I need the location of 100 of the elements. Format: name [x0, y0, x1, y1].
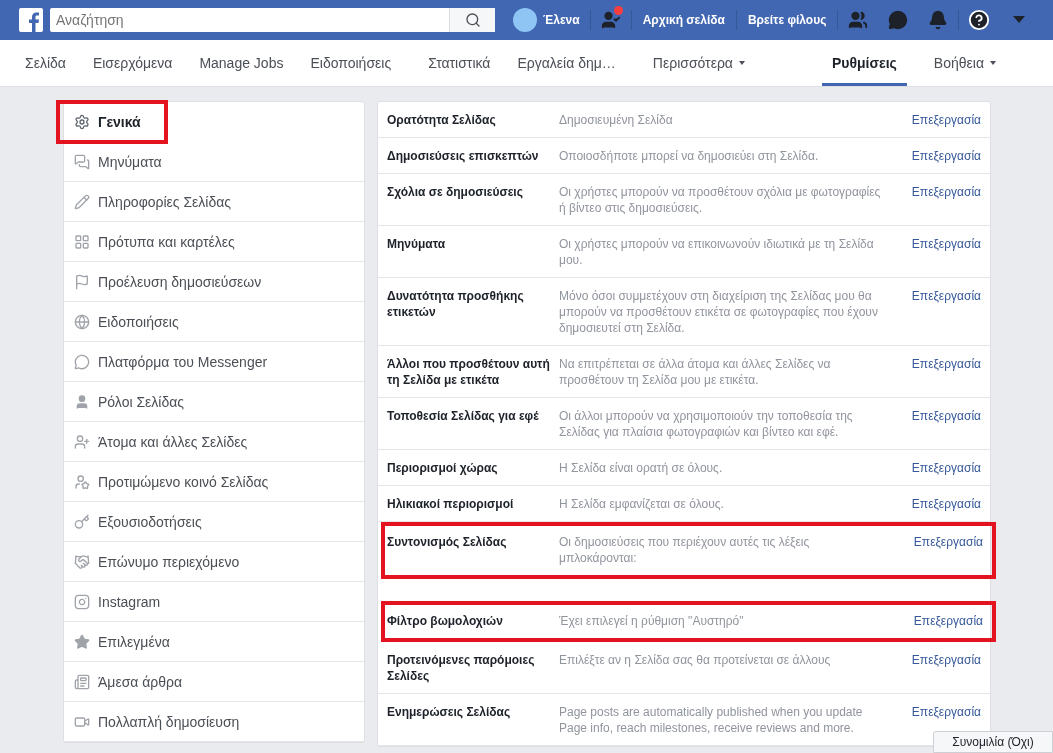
setting-name: Ενημερώσεις Σελίδας [387, 704, 512, 721]
page-tab[interactable]: Manage Jobs [199, 40, 284, 86]
document-icon [74, 673, 90, 690]
search-field[interactable]: Αναζήτηση [50, 8, 449, 32]
setting-value: Επιλέξτε αν η Σελίδα σας θα προτείνεται σε άλλους [559, 652, 832, 669]
sidebar-item[interactable]: Προτιμώμενο κοινό Σελίδας [64, 462, 364, 502]
sidebar-item[interactable]: Πληροφορίες Σελίδας [64, 182, 364, 222]
sidebar-item[interactable]: Επιλεγμένα [64, 622, 364, 662]
sidebar-item[interactable]: Ειδοποιήσεις [64, 302, 364, 342]
setting-value: Οι χρήστες μπορούν να επικοινωνούν ιδιωτικά με τη Σελίδα μου. [559, 236, 875, 268]
edit-link[interactable]: Επεξεργασία [911, 288, 981, 304]
setting-name: Σχόλια σε δημοσιεύσεις [387, 184, 524, 201]
page-tab[interactable]: Βοήθεια [933, 40, 996, 86]
sidebar-label: Πολλαπλή δημοσίευση [98, 713, 240, 730]
flag-icon [74, 273, 90, 290]
sidebar-label: Επιλεγμένα [98, 633, 170, 650]
edit-link[interactable]: Επεξεργασία [911, 408, 981, 424]
edit-link[interactable]: Επεξεργασία [911, 460, 981, 476]
sidebar-label: Instagram [98, 593, 161, 610]
edit-link[interactable]: Επεξεργασία [911, 184, 981, 200]
gear-icon [74, 113, 90, 130]
sidebar-label: Εξουσιοδοτήσεις [98, 513, 202, 530]
setting-value: Page posts are automatically published when you update Page info, reach milestones, receive reviews and more. [559, 704, 864, 736]
sidebar-item[interactable]: Επώνυμο περιεχόμενο [64, 542, 364, 582]
setting-value: Η Σελίδα εμφανίζεται σε όλους. [559, 496, 725, 512]
logo-icon[interactable] [19, 8, 43, 32]
page-tab[interactable]: Εισερχόμενα [92, 40, 173, 86]
chat-bar[interactable]: Συνομιλία (Όχι) [933, 731, 1053, 753]
sidebar-item[interactable]: Ρόλοι Σελίδας [64, 382, 364, 422]
sidebar-label: Μηνύματα [98, 153, 162, 170]
sidebar-item[interactable]: Πλατφόρμα του Messenger [64, 342, 364, 382]
page-tab[interactable]: Ρυθμίσεις [821, 40, 907, 86]
camera-icon [74, 593, 90, 610]
page-tab[interactable]: Σελίδα [25, 40, 66, 86]
setting-value: Οποιοσδήποτε μπορεί να δημοσιεύει στη Σελίδα. [559, 148, 820, 164]
setting-name: Προτεινόμενες παρόμοιες Σελίδες [387, 652, 536, 684]
edit-link[interactable]: Επεξεργασία [911, 112, 981, 128]
edit-link[interactable]: Επεξεργασία [911, 236, 981, 252]
person-plus-icon [74, 433, 90, 450]
key-icon [74, 513, 90, 530]
setting-name: Άλλοι που προσθέτουν αυτή τη Σελίδα με ετικέτα [387, 356, 551, 388]
setting-value: Δημοσιευμένη Σελίδα [559, 112, 674, 128]
pencil-icon [74, 193, 90, 210]
setting-value: Έχει επιλεγεί η ρύθμιση "Αυστηρό" [559, 613, 745, 629]
sidebar-label: Προτιμώμενο κοινό Σελίδας [98, 473, 269, 490]
page-tab[interactable]: Περισσότερα [652, 40, 745, 86]
person-star-icon [74, 473, 90, 490]
setting-value: Να επιτρέπεται σε άλλα άτομα και άλλες Σελίδες να προσθέτουν τη Σελίδα μου με ετικέτα. [559, 356, 832, 388]
search-icon [464, 12, 481, 28]
setting-name: Τοποθεσία Σελίδας για εφέ [387, 408, 540, 425]
edit-link[interactable]: Επεξεργασία [911, 496, 981, 512]
setting-name: Περιορισμοί χώρας [387, 460, 499, 476]
sidebar-item[interactable]: Προέλευση δημοσιεύσεων [64, 262, 364, 302]
setting-value: Μόνο όσοι συμμετέχουν στη διαχείριση της Σελίδας μου θα μπορούν να προσθέτουν ετικέτα σε φωτογραφίες που έχουν δημοσιευτεί στη Σελίδα. [559, 288, 879, 336]
nav-link[interactable]: Αρχική σελίδα [631, 13, 736, 27]
sidebar-item[interactable]: Πολλαπλή δημοσίευση [64, 702, 364, 742]
globe-icon [74, 313, 90, 330]
sidebar-item[interactable]: Άτομα και άλλες Σελίδες [64, 422, 364, 462]
setting-name: Ορατότητα Σελίδας [387, 112, 497, 128]
search-button[interactable] [449, 8, 495, 32]
sidebar-label: Πληροφορίες Σελίδας [98, 193, 232, 210]
sidebar-label: Πλατφόρμα του Messenger [98, 353, 268, 370]
edit-link[interactable]: Επεξεργασία [913, 534, 983, 550]
setting-name: Φίλτρο βωμολοχιών [387, 613, 504, 629]
avatar-icon [513, 8, 537, 32]
setting-name: Δυνατότητα προσθήκης ετικετών [387, 288, 525, 321]
sidebar-label: Ειδοποιήσεις [98, 313, 179, 330]
page-tab[interactable]: Ειδοποιήσεις [310, 40, 392, 86]
setting-name: Ηλικιακοί περιορισμοί [387, 496, 515, 512]
nav-link[interactable]: Βρείτε φίλους [736, 13, 838, 27]
edit-link[interactable]: Επεξεργασία [911, 704, 981, 720]
chat-bubbles-icon [74, 153, 90, 170]
sidebar-label: Άμεσα άρθρα [98, 673, 183, 690]
edit-link[interactable]: Επεξεργασία [911, 652, 981, 668]
edit-link[interactable]: Επεξεργασία [911, 148, 981, 164]
sidebar-item[interactable]: Μηνύματα [64, 142, 364, 182]
setting-name: Μηνύματα [387, 236, 447, 253]
sidebar-label: Πρότυπα και καρτέλες [98, 233, 235, 250]
setting-name: Δημοσιεύσεις επισκεπτών [387, 148, 540, 164]
profile-link[interactable]: Έλενα [513, 8, 590, 32]
sidebar-item[interactable]: Άμεσα άρθρα [64, 662, 364, 702]
page-tab[interactable]: Στατιστικά [428, 40, 491, 86]
edit-link[interactable]: Επεξεργασία [911, 356, 981, 372]
sidebar-label: Άτομα και άλλες Σελίδες [98, 433, 248, 450]
sidebar-item[interactable]: Πρότυπα και καρτέλες [64, 222, 364, 262]
edit-link[interactable]: Επεξεργασία [913, 613, 983, 629]
person-icon [74, 393, 90, 410]
speech-bubble-icon [74, 353, 90, 370]
grid-icon [74, 233, 90, 250]
setting-value: Οι χρήστες μπορούν να προσθέτουν σχόλια με φωτογραφίες ή βίντεο στις δημοσιεύσεις. [559, 184, 882, 216]
setting-name: Συντονισμός Σελίδας [387, 534, 508, 551]
sidebar-item[interactable]: Instagram [64, 582, 364, 622]
handshake-icon [74, 553, 90, 570]
sidebar-item[interactable]: Γενικά [58, 102, 166, 142]
setting-value: Οι δημοσιεύσεις που περιέχουν αυτές τις λέξεις μπλοκάρονται: [559, 534, 811, 566]
sidebar-item[interactable]: Εξουσιοδοτήσεις [64, 502, 364, 542]
sidebar-label: Επώνυμο περιεχόμενο [98, 553, 240, 570]
sidebar-label: Προέλευση δημοσιεύσεων [98, 273, 262, 290]
page-tab[interactable]: Εργαλεία δημ… [517, 40, 616, 86]
sidebar-label: Γενικά [98, 113, 141, 130]
